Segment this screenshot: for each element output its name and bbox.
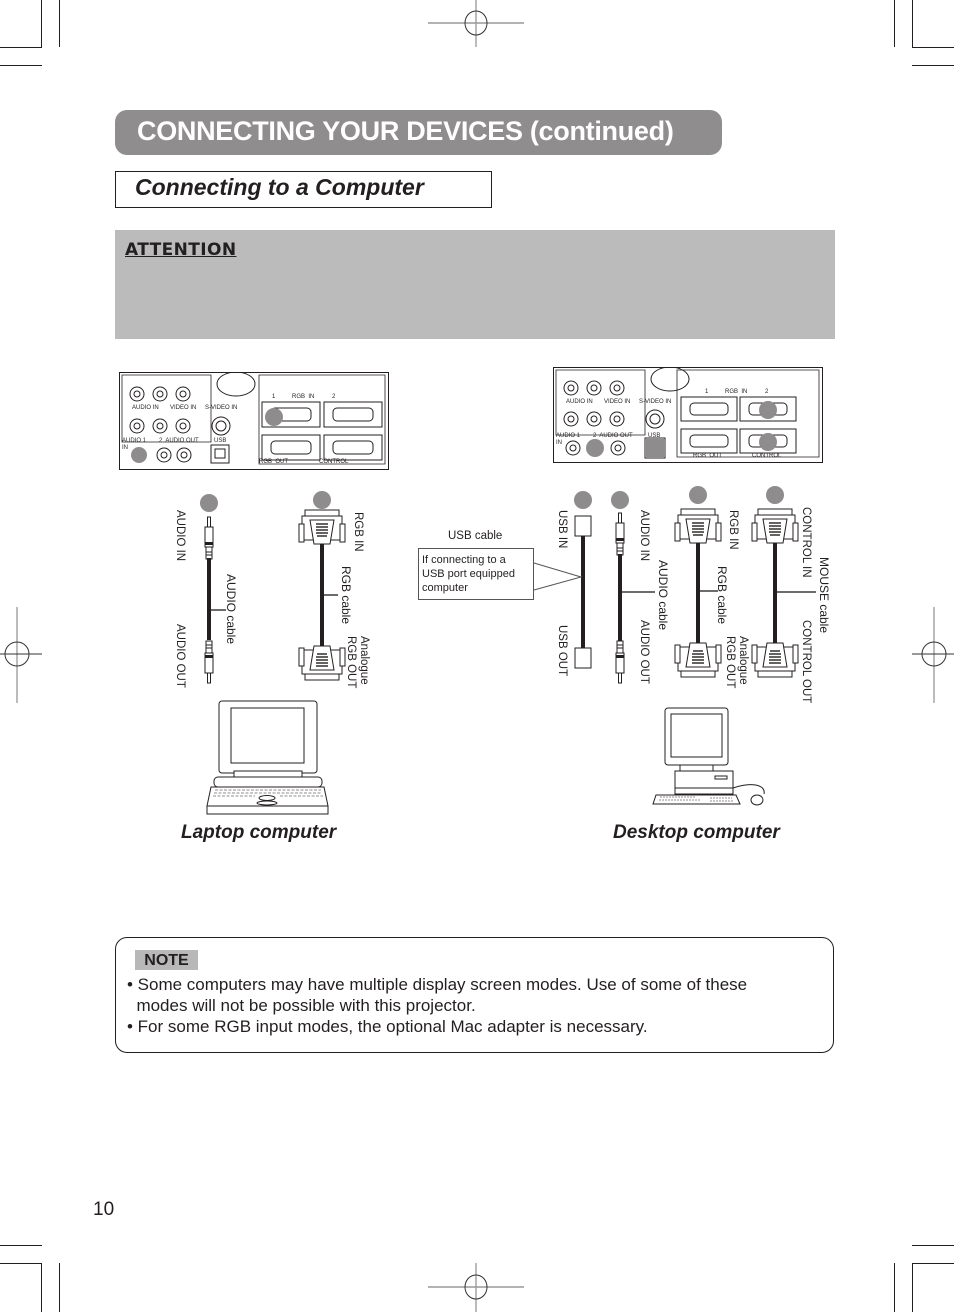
label-audio-cable: AUDIO cable — [656, 560, 670, 631]
label-mouse-cable: MOUSE cable — [817, 557, 831, 634]
crop-mark — [912, 1263, 913, 1312]
panel-label: S-VIDEO IN — [205, 405, 238, 411]
crop-mark — [912, 1245, 954, 1246]
note-item: modes will not be possible with this pro… — [127, 996, 476, 1015]
usb-cable — [574, 515, 592, 537]
crop-mark — [0, 1245, 42, 1246]
panel-label: 2 AUDIO OUT — [159, 438, 199, 444]
marker-dot — [611, 491, 629, 509]
note-item: • For some RGB input modes, the optional… — [127, 1017, 648, 1036]
crop-mark — [894, 0, 895, 47]
panel-label: USB — [648, 433, 661, 439]
panel-label: AUDIO IN — [566, 399, 593, 405]
note-label: NOTE — [135, 950, 198, 970]
panel-label: USB — [214, 438, 227, 444]
panel-label: VIDEO IN — [604, 399, 631, 405]
marker-dot — [759, 401, 777, 419]
panel-label: IN — [556, 440, 562, 446]
registration-mark-left — [0, 607, 42, 703]
label-rgb-in: RGB IN — [727, 510, 739, 550]
audio-cable — [615, 512, 625, 556]
marker-dot — [759, 433, 777, 451]
caption-laptop: Laptop computer — [181, 822, 337, 843]
panel-label: 2 — [332, 394, 336, 400]
marker-dot — [586, 439, 604, 457]
panel-label: 2 AUDIO OUT — [593, 433, 633, 439]
label-control-out: CONTROL OUT — [800, 620, 812, 704]
registration-mark-right — [912, 607, 954, 703]
label-rgb-out: RGB OUT — [724, 636, 736, 689]
usb-cable-label: USB cable — [448, 530, 503, 542]
label-audio-in: AUDIO IN — [174, 510, 186, 562]
crop-mark — [912, 47, 954, 48]
panel-label: AUDIO IN — [132, 405, 159, 411]
attention-label: ATTENTION — [125, 240, 237, 260]
marker-dot — [574, 491, 592, 509]
marker-dot — [766, 486, 784, 504]
rgb-cable — [674, 508, 722, 544]
panel-label: 1 — [272, 394, 276, 400]
label-audio-out: AUDIO OUT — [638, 620, 650, 684]
note-item: • Some computers may have multiple displ… — [127, 975, 748, 994]
label-control-in: CONTROL IN — [800, 507, 812, 578]
registration-mark-top — [428, 0, 524, 47]
label-rgb-cable: RGB cable — [339, 566, 353, 625]
label-usb-out: USB OUT — [556, 625, 568, 677]
usb-callout: If connecting to a USB port equipped com… — [418, 548, 534, 600]
panel-label: RGB OUT — [259, 459, 289, 465]
page-number: 10 — [93, 1199, 115, 1220]
panel-label: S-VIDEO IN — [639, 399, 672, 405]
marker-dot — [646, 439, 664, 457]
panel-label: RGB IN — [292, 394, 315, 400]
crop-mark — [0, 1263, 42, 1264]
marker-dot — [200, 494, 218, 512]
crop-mark — [59, 1263, 60, 1312]
panel-label: CONTROL — [319, 459, 349, 465]
panel-label: AUDIO 1 — [122, 438, 147, 444]
desktop-computer-icon — [652, 707, 765, 806]
projector-panel-desktop: AUDIO IN VIDEO IN S-VIDEO IN AUDIO 1 IN … — [553, 366, 823, 463]
label-usb-in: USB IN — [556, 510, 568, 549]
crop-mark — [0, 47, 42, 48]
marker-dot — [689, 486, 707, 504]
panel-label: 1 — [705, 389, 709, 395]
label-analogue: Analogue — [358, 636, 370, 685]
crop-mark — [912, 65, 954, 66]
crop-mark — [41, 0, 42, 47]
marker-dot — [131, 447, 147, 463]
panel-label: 2 — [765, 389, 769, 395]
registration-mark-bottom — [428, 1263, 524, 1312]
crop-mark — [59, 0, 60, 47]
panel-label: IN — [122, 445, 128, 451]
panel-label: VIDEO IN — [170, 405, 197, 411]
label-rgb-cable: RGB cable — [715, 566, 729, 625]
audio-cable — [204, 516, 214, 560]
crop-mark — [912, 0, 913, 47]
laptop-computer-icon — [206, 700, 329, 815]
panel-label: AUDIO 1 — [556, 433, 581, 439]
caption-desktop: Desktop computer — [613, 822, 780, 843]
label-analogue: Analogue — [737, 636, 749, 685]
crop-mark — [41, 1263, 42, 1312]
mouse-cable — [751, 508, 799, 544]
section-subtitle: Connecting to a Computer — [135, 174, 424, 200]
marker-dot — [265, 408, 283, 426]
rgb-cable — [298, 509, 346, 545]
projector-panel-drawing — [553, 366, 823, 463]
label-rgb-in: RGB IN — [352, 512, 364, 552]
crop-mark — [894, 1263, 895, 1312]
panel-label: RGB IN — [725, 389, 748, 395]
label-rgb-out: RGB OUT — [345, 636, 357, 689]
panel-label: RGB OUT — [693, 453, 723, 459]
label-audio-in: AUDIO IN — [638, 510, 650, 562]
crop-mark — [0, 65, 42, 66]
marker-dot — [313, 491, 331, 509]
label-audio-cable: AUDIO cable — [224, 574, 238, 645]
panel-label: CONTROL — [752, 453, 782, 459]
label-audio-out: AUDIO OUT — [174, 624, 186, 688]
page-title: CONNECTING YOUR DEVICES (continued) — [137, 116, 674, 146]
crop-mark — [912, 1263, 954, 1264]
projector-panel-laptop: AUDIO IN VIDEO IN S-VIDEO IN AUDIO 1 IN … — [119, 371, 389, 470]
projector-panel-drawing — [119, 371, 389, 470]
